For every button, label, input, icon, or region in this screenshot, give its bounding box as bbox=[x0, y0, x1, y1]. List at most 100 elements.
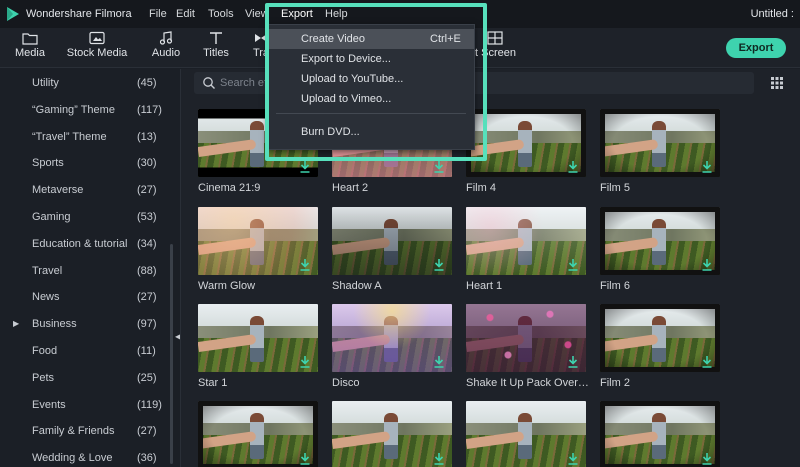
effect-thumbnail[interactable] bbox=[600, 304, 720, 372]
effect-tile[interactable]: Film 6 bbox=[600, 207, 720, 292]
category-name: Utility bbox=[32, 77, 59, 89]
sidebar-category-item[interactable]: Wedding & Love (36) bbox=[0, 448, 170, 467]
download-icon[interactable] bbox=[300, 356, 310, 368]
menu-edit[interactable]: Edit bbox=[176, 8, 195, 20]
category-count: (11) bbox=[137, 345, 156, 357]
sidebar-category-item[interactable]: Utility (45) bbox=[0, 73, 170, 93]
category-name: Pets bbox=[32, 371, 55, 384]
effect-thumbnail[interactable] bbox=[332, 401, 452, 467]
download-icon[interactable] bbox=[568, 259, 578, 271]
category-name: Family & Friends bbox=[32, 425, 115, 438]
download-icon[interactable] bbox=[434, 259, 444, 271]
effect-tile[interactable] bbox=[198, 401, 318, 467]
annotation-highlight-box bbox=[265, 3, 487, 161]
download-icon[interactable] bbox=[300, 161, 310, 173]
toolbar-stock-media[interactable]: Stock Media bbox=[66, 28, 128, 68]
download-icon[interactable] bbox=[568, 161, 578, 173]
sidebar-category-item[interactable]: Events (119) bbox=[0, 395, 170, 415]
folder-icon bbox=[22, 33, 38, 45]
effect-tile[interactable]: Shake It Up Pack Overla... bbox=[466, 304, 590, 389]
effect-thumbnail[interactable] bbox=[332, 304, 452, 372]
download-icon[interactable] bbox=[434, 161, 444, 173]
category-name: Business bbox=[32, 318, 77, 331]
toolbar-audio[interactable]: Audio bbox=[148, 28, 184, 68]
effect-name: Film 4 bbox=[466, 182, 496, 194]
toolbar-media[interactable]: Media bbox=[10, 28, 50, 68]
toolbar-stock-media-label: Stock Media bbox=[66, 47, 128, 59]
download-icon[interactable] bbox=[434, 453, 444, 465]
effect-tile[interactable]: Shadow A bbox=[332, 207, 452, 292]
download-icon[interactable] bbox=[702, 259, 712, 271]
sidebar-category-item[interactable]: ▶ Business (97) bbox=[0, 314, 170, 334]
effect-tile[interactable]: Film 2 bbox=[600, 304, 720, 389]
effect-thumbnail[interactable] bbox=[466, 207, 586, 275]
export-button[interactable]: Export bbox=[726, 38, 786, 58]
effect-thumbnail[interactable] bbox=[198, 304, 318, 372]
download-icon[interactable] bbox=[300, 453, 310, 465]
effect-tile[interactable]: Heart 1 bbox=[466, 207, 586, 292]
toolbar-audio-label: Audio bbox=[151, 47, 181, 59]
effect-name: Heart 2 bbox=[332, 182, 369, 194]
effect-name: Film 2 bbox=[600, 377, 630, 389]
menu-file[interactable]: File bbox=[149, 8, 167, 20]
download-icon[interactable] bbox=[702, 356, 712, 368]
sidebar-category-item[interactable]: Travel (88) bbox=[0, 261, 170, 281]
category-name: Education & tutorial bbox=[32, 237, 128, 250]
category-count: (27) bbox=[137, 184, 157, 197]
sidebar-category-item[interactable]: Sports (30) bbox=[0, 153, 170, 173]
toolbar-titles[interactable]: Titles bbox=[200, 28, 232, 68]
stock-media-icon bbox=[89, 31, 105, 45]
sidebar-category-item[interactable]: Family & Friends (27) bbox=[0, 421, 170, 441]
menu-tools[interactable]: Tools bbox=[208, 8, 234, 20]
expand-arrow-icon[interactable]: ▶ bbox=[13, 319, 19, 328]
effect-thumbnail[interactable] bbox=[600, 109, 720, 177]
effect-thumbnail[interactable] bbox=[332, 207, 452, 275]
category-count: (36) bbox=[137, 452, 157, 465]
sidebar-category-item[interactable]: Pets (25) bbox=[0, 368, 170, 388]
effect-name: Warm Glow bbox=[198, 280, 256, 292]
category-name: Sports bbox=[32, 157, 64, 170]
effect-name: Film 5 bbox=[600, 182, 630, 194]
effect-name: Star 1 bbox=[198, 377, 228, 389]
download-icon[interactable] bbox=[568, 453, 578, 465]
sidebar-category-item[interactable]: Food (11) bbox=[0, 341, 170, 361]
effect-tile[interactable]: Disco bbox=[332, 304, 452, 389]
effect-name: Shadow A bbox=[332, 280, 382, 292]
category-name: News bbox=[32, 291, 60, 304]
effect-tile[interactable] bbox=[600, 401, 720, 467]
effect-thumbnail[interactable] bbox=[466, 304, 586, 372]
category-count: (34) bbox=[137, 237, 157, 250]
category-count: (13) bbox=[137, 130, 157, 143]
download-icon[interactable] bbox=[434, 356, 444, 368]
category-count: (25) bbox=[137, 371, 157, 384]
category-count: (53) bbox=[137, 211, 157, 223]
filmora-logo-icon bbox=[7, 7, 19, 21]
effect-name: Cinema 21:9 bbox=[198, 182, 261, 194]
effect-tile[interactable]: Film 5 bbox=[600, 109, 720, 194]
sidebar-category-item[interactable]: Gaming (53) bbox=[0, 207, 170, 227]
category-name: Travel bbox=[32, 264, 63, 277]
effect-tile[interactable]: Star 1 bbox=[198, 304, 318, 389]
download-icon[interactable] bbox=[702, 453, 712, 465]
effect-thumbnail[interactable] bbox=[198, 207, 318, 275]
effect-thumbnail[interactable] bbox=[600, 207, 720, 275]
sidebar-category-item[interactable]: Education & tutorial (34) bbox=[0, 234, 170, 254]
download-icon[interactable] bbox=[702, 161, 712, 173]
category-count: (45) bbox=[137, 77, 157, 89]
effect-tile[interactable] bbox=[466, 401, 586, 467]
effect-tile[interactable] bbox=[332, 401, 452, 467]
download-icon[interactable] bbox=[300, 259, 310, 271]
category-count: (119) bbox=[137, 398, 162, 411]
sidebar-category-item[interactable]: Metaverse (27) bbox=[0, 180, 170, 200]
sidebar-category-item[interactable]: News (27) bbox=[0, 287, 170, 307]
effect-thumbnail[interactable] bbox=[198, 401, 318, 467]
sidebar-category-item[interactable]: “Travel” Theme (13) bbox=[0, 127, 170, 147]
grid-view-icon[interactable] bbox=[770, 76, 784, 90]
sidebar-scrollbar[interactable] bbox=[170, 244, 173, 464]
effect-thumbnail[interactable] bbox=[600, 401, 720, 467]
download-icon[interactable] bbox=[568, 356, 578, 368]
effect-name: Shake It Up Pack Overla... bbox=[466, 377, 590, 389]
sidebar-category-item[interactable]: “Gaming” Theme (117) bbox=[0, 100, 170, 120]
effect-tile[interactable]: Warm Glow bbox=[198, 207, 318, 292]
effect-thumbnail[interactable] bbox=[466, 401, 586, 467]
